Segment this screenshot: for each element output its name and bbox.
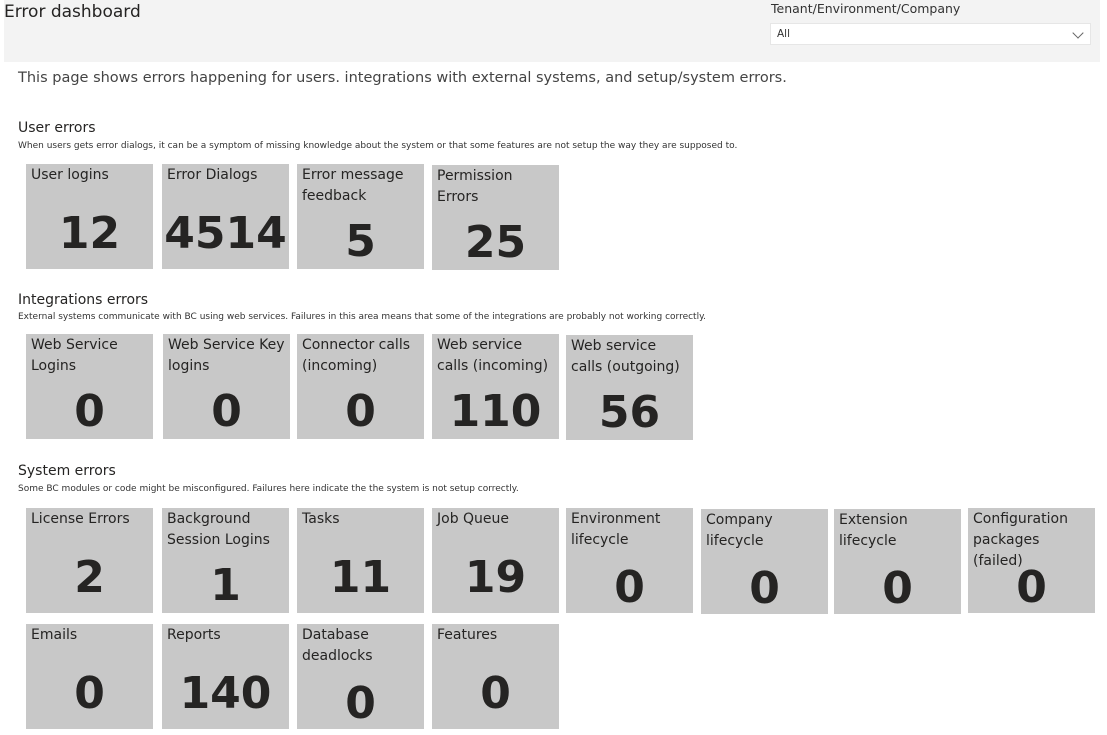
card-job-queue[interactable]: Job Queue 19 bbox=[432, 508, 559, 613]
section-title-integrations-errors: Integrations errors bbox=[18, 292, 149, 308]
card-value: 1 bbox=[210, 560, 241, 611]
card-value: 19 bbox=[464, 552, 527, 603]
card-label: License Errors bbox=[31, 511, 130, 527]
card-value: 0 bbox=[345, 678, 376, 729]
page-title: Error dashboard bbox=[4, 2, 141, 22]
card-database-deadlocks[interactable]: Database deadlocks 0 bbox=[297, 624, 424, 729]
card-label: Database deadlocks bbox=[302, 627, 373, 664]
card-value: 4514 bbox=[164, 208, 287, 259]
card-value: 0 bbox=[882, 563, 913, 614]
card-value: 25 bbox=[464, 217, 527, 268]
card-environment-lifecycle[interactable]: Environment lifecycle 0 bbox=[566, 508, 693, 613]
card-label: Environment lifecycle bbox=[571, 511, 661, 548]
card-label: Permission Errors bbox=[437, 168, 513, 205]
card-label: Connector calls (incoming) bbox=[302, 337, 411, 374]
card-value: 12 bbox=[58, 208, 121, 259]
card-label: Web service calls (incoming) bbox=[437, 337, 549, 374]
card-error-dialogs[interactable]: Error Dialogs 4514 bbox=[162, 164, 289, 269]
card-features[interactable]: Features 0 bbox=[432, 624, 559, 729]
card-value: 11 bbox=[329, 552, 392, 603]
card-label: Error message feedback bbox=[302, 167, 404, 204]
card-license-errors[interactable]: License Errors 2 bbox=[26, 508, 153, 613]
card-value: 0 bbox=[345, 386, 376, 437]
card-permission-errors[interactable]: Permission Errors 25 bbox=[432, 165, 559, 270]
card-background-session-logins[interactable]: Background Session Logins 1 bbox=[162, 508, 289, 613]
card-value: 110 bbox=[449, 386, 542, 437]
section-title-user-errors: User errors bbox=[18, 120, 96, 136]
card-connector-calls-incoming[interactable]: Connector calls (incoming) 0 bbox=[297, 334, 424, 439]
chevron-down-icon[interactable] bbox=[1072, 27, 1084, 39]
card-value: 0 bbox=[614, 562, 645, 613]
card-web-service-key-logins[interactable]: Web Service Key logins 0 bbox=[163, 334, 290, 439]
card-configuration-packages-failed[interactable]: Configuration packages (failed) 0 bbox=[968, 508, 1095, 613]
tenant-filter-dropdown[interactable]: All bbox=[770, 23, 1091, 45]
card-value: 140 bbox=[179, 668, 272, 719]
card-web-service-calls-incoming[interactable]: Web service calls (incoming) 110 bbox=[432, 334, 559, 439]
intro-text: This page shows errors happening for use… bbox=[18, 70, 787, 86]
card-user-logins[interactable]: User logins 12 bbox=[26, 164, 153, 269]
card-error-message-feedback[interactable]: Error message feedback 5 bbox=[297, 164, 424, 269]
card-label: Background Session Logins bbox=[167, 511, 270, 548]
card-value: 0 bbox=[1016, 562, 1047, 613]
section-desc-user-errors: When users gets error dialogs, it can be… bbox=[18, 141, 738, 151]
card-company-lifecycle[interactable]: Company lifecycle 0 bbox=[701, 509, 828, 614]
card-value: 56 bbox=[598, 387, 661, 438]
card-label: Extension lifecycle bbox=[839, 512, 908, 549]
card-label: Web service calls (outgoing) bbox=[571, 338, 680, 375]
card-web-service-calls-outgoing[interactable]: Web service calls (outgoing) 56 bbox=[566, 335, 693, 440]
card-value: 0 bbox=[74, 386, 105, 437]
card-label: Web Service Logins bbox=[31, 337, 118, 374]
card-label: Tasks bbox=[302, 511, 340, 527]
filter-label: Tenant/Environment/Company bbox=[771, 1, 961, 16]
section-title-system-errors: System errors bbox=[18, 463, 116, 479]
card-label: Job Queue bbox=[437, 511, 510, 527]
card-value: 0 bbox=[74, 668, 105, 719]
section-desc-integrations-errors: External systems communicate with BC usi… bbox=[18, 312, 706, 322]
card-extension-lifecycle[interactable]: Extension lifecycle 0 bbox=[834, 509, 961, 614]
card-value: 0 bbox=[749, 563, 780, 614]
card-label: Web Service Key logins bbox=[168, 337, 285, 374]
card-label: User logins bbox=[31, 167, 109, 183]
card-web-service-logins[interactable]: Web Service Logins 0 bbox=[26, 334, 153, 439]
card-tasks[interactable]: Tasks 11 bbox=[297, 508, 424, 613]
card-value: 0 bbox=[211, 386, 242, 437]
card-label: Features bbox=[437, 627, 498, 643]
filter-selected-value: All bbox=[777, 28, 791, 40]
card-label: Reports bbox=[167, 627, 221, 643]
card-value: 0 bbox=[480, 668, 511, 719]
card-emails[interactable]: Emails 0 bbox=[26, 624, 153, 729]
card-value: 2 bbox=[74, 552, 105, 603]
card-label: Company lifecycle bbox=[706, 512, 773, 549]
card-label: Emails bbox=[31, 627, 78, 643]
card-reports[interactable]: Reports 140 bbox=[162, 624, 289, 729]
section-desc-system-errors: Some BC modules or code might be misconf… bbox=[18, 484, 519, 494]
card-label: Error Dialogs bbox=[167, 167, 258, 183]
card-value: 5 bbox=[345, 216, 376, 267]
